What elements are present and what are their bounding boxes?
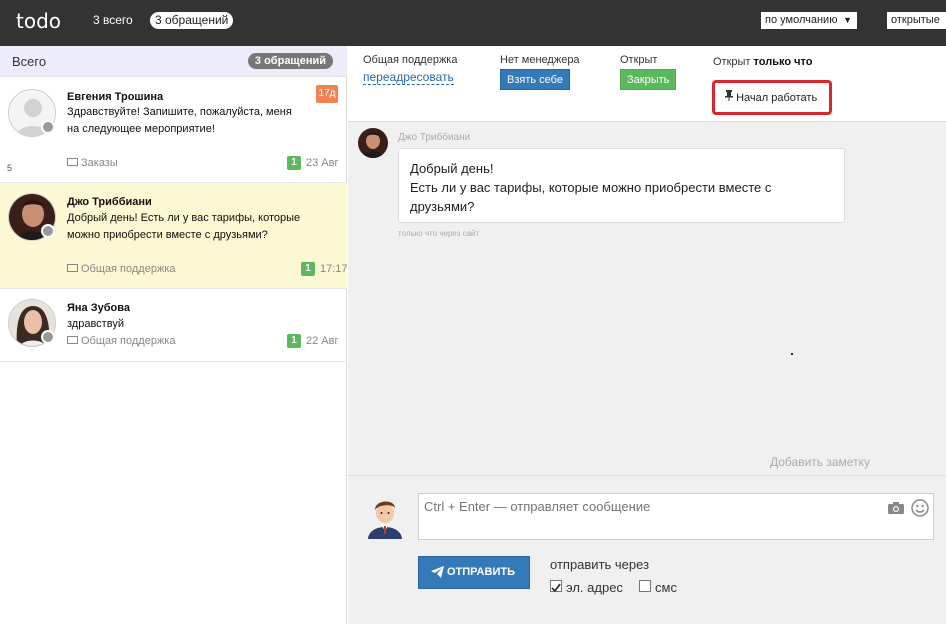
- unread-count-badge: 1: [287, 156, 301, 170]
- take-ticket-button[interactable]: Взять себе: [500, 69, 570, 90]
- side-number: 5: [7, 163, 13, 173]
- sidebar-title: Всего: [12, 54, 47, 69]
- open-label: Открыт: [620, 54, 658, 66]
- conversation-panel: Общая поддержка переадресовать Нет менед…: [348, 46, 946, 624]
- agent-avatar: [366, 493, 404, 539]
- redirect-link[interactable]: переадресовать: [363, 70, 454, 85]
- status-filter-value: открытые: [891, 14, 940, 26]
- send-via-label: отправить через: [550, 557, 650, 572]
- send-button[interactable]: ОТПРАВИТЬ: [418, 556, 530, 589]
- app-logo[interactable]: todo: [16, 9, 61, 33]
- sms-checkbox[interactable]: [639, 580, 651, 592]
- conversation-date: 23 Авг: [306, 157, 339, 169]
- top-bar: todo 3 всего 3 обращений по умолчанию ▼ …: [0, 0, 946, 46]
- highlight-box: Начал работать: [712, 80, 832, 115]
- smile-icon[interactable]: [911, 499, 929, 517]
- email-checkbox[interactable]: [550, 580, 562, 593]
- envelope-icon: [67, 158, 78, 166]
- requests-count-badge[interactable]: 3 обращений: [150, 12, 234, 29]
- sort-select-value: по умолчанию: [765, 14, 838, 26]
- contact-name: Джо Триббиани: [67, 196, 152, 208]
- message-preview: Добрый день! Есть ли у вас тарифы, котор…: [67, 212, 301, 241]
- conversation-item[interactable]: Евгения Трошина 17д Здравствуйте! Запиши…: [0, 77, 347, 183]
- reply-input[interactable]: [418, 493, 934, 540]
- group-label: Общая поддержка: [363, 54, 458, 66]
- conversation-date: 22 Авг: [306, 335, 339, 347]
- offline-status-dot: [41, 224, 55, 238]
- message-bubble: Добрый день! Есть ли у вас тарифы, котор…: [398, 148, 845, 223]
- ticket-info-bar: Общая поддержка переадресовать Нет менед…: [348, 46, 946, 122]
- envelope-icon: [67, 336, 78, 344]
- message-line: Добрый день!: [410, 161, 494, 176]
- sidebar-header: Всего 3 обращений: [0, 46, 347, 77]
- manager-label: Нет менеджера: [500, 54, 580, 66]
- contact-name: Яна Зубова: [67, 302, 130, 314]
- paper-plane-icon: [431, 566, 444, 579]
- message-preview: Здравствуйте! Запишите, пожалуйста, меня…: [67, 106, 292, 135]
- camera-icon[interactable]: [888, 502, 904, 514]
- conversation-sidebar: Всего 3 обращений Евгения Трошина 17д Зд…: [0, 46, 348, 624]
- channel-label: Заказы: [67, 157, 118, 169]
- start-work-button[interactable]: Начал работать: [725, 90, 817, 104]
- message-author-avatar: [358, 128, 388, 158]
- contact-name: Евгения Трошина: [67, 91, 164, 103]
- dropdown-arrow-icon: ▼: [843, 15, 852, 25]
- envelope-icon: [67, 264, 78, 272]
- conversation-item-active[interactable]: Джо Триббиани Добрый день! Есть ли у вас…: [0, 183, 348, 289]
- channel-label: Общая поддержка: [67, 263, 175, 275]
- message-thread: Джо Триббиани Добрый день! Есть ли у вас…: [348, 123, 946, 473]
- contact-photo-icon: [358, 128, 388, 158]
- sidebar-count-badge: 3 обращений: [247, 53, 333, 69]
- channel-label: Общая поддержка: [67, 335, 175, 347]
- compose-area: ОТПРАВИТЬ отправить через эл. адрес смс: [348, 475, 946, 624]
- pin-icon: [725, 90, 733, 104]
- conversation-item[interactable]: Яна Зубова здравствуй Общая поддержка 1 …: [0, 289, 347, 362]
- check-icon: [551, 583, 561, 593]
- add-note-link[interactable]: Добавить заметку: [770, 455, 870, 469]
- message-line: Есть ли у вас тарифы, которые можно прио…: [410, 180, 772, 214]
- message-preview: здравствуй: [67, 318, 124, 330]
- all-count-link[interactable]: 3 всего: [93, 13, 133, 27]
- age-badge: 17д: [316, 85, 338, 103]
- status-filter-select[interactable]: открытые: [887, 12, 946, 29]
- unread-count-badge: 1: [287, 334, 301, 348]
- offline-status-dot: [41, 330, 55, 344]
- ticket-status: Открыт только что: [713, 56, 813, 68]
- message-meta: только что через сайт: [398, 229, 480, 238]
- stray-dot: [791, 353, 793, 355]
- message-author: Джо Триббиани: [398, 132, 471, 143]
- close-ticket-button[interactable]: Закрыть: [620, 69, 677, 90]
- email-option-label: эл. адрес: [566, 580, 623, 595]
- sms-option-label: смс: [655, 580, 677, 595]
- conversation-time: 17:17: [320, 263, 348, 275]
- sort-select[interactable]: по умолчанию ▼: [761, 12, 857, 29]
- offline-status-dot: [41, 120, 55, 134]
- unread-count-badge: 1: [301, 262, 315, 276]
